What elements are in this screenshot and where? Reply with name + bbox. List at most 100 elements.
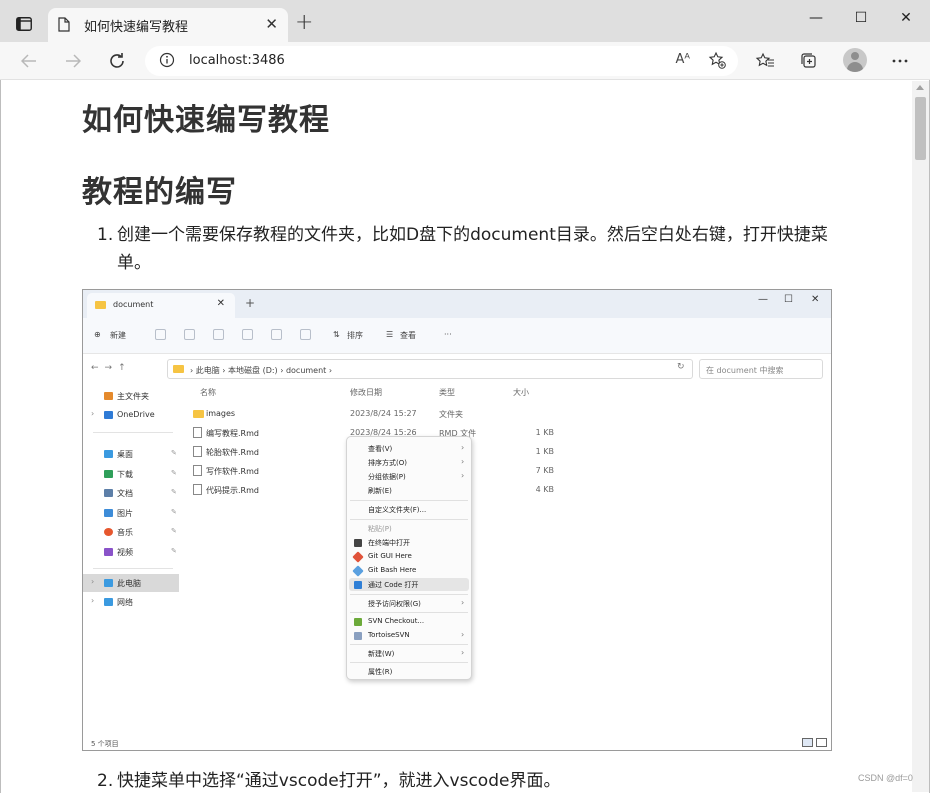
chevron-right-icon: › — [91, 409, 95, 418]
computer-icon — [104, 579, 113, 587]
terminal-icon — [354, 539, 362, 547]
tab-actions-icon[interactable] — [12, 12, 36, 36]
sort-button: 排序 — [347, 331, 363, 340]
sidebar-item: 文档 ✎ — [83, 484, 179, 502]
menu-item-label: 排序方式(O) — [368, 459, 407, 467]
address-bar[interactable]: localhost:3486 Aᴬ — [145, 46, 738, 76]
sidebar-item-label: 网络 — [117, 598, 133, 607]
window-close-icon[interactable]: ✕ — [883, 10, 929, 26]
chevron-right-icon: › — [91, 577, 95, 586]
video-icon — [104, 548, 113, 556]
minimize-icon[interactable]: — — [793, 10, 839, 26]
more-menu-icon[interactable] — [888, 50, 912, 72]
forward-icon[interactable] — [61, 50, 85, 72]
favorites-icon[interactable] — [753, 50, 777, 72]
explorer-search: 在 document 中搜索 — [699, 359, 823, 379]
step-number: 2. — [97, 771, 114, 791]
folder-icon — [95, 301, 106, 309]
file-icon — [193, 446, 202, 457]
tab-close-icon[interactable]: ✕ — [265, 15, 278, 33]
chevron-right-icon: › — [461, 648, 465, 657]
new-tab-icon[interactable]: + — [295, 12, 313, 34]
file-date: 2023/8/24 15:27 — [350, 409, 417, 418]
tab-title: 如何快速编写教程 — [84, 20, 189, 35]
menu-item-label: 属性(R) — [368, 668, 393, 676]
sidebar-item-label: 主文件夹 — [117, 392, 149, 401]
menu-item-label: 在终端中打开 — [368, 539, 410, 547]
sidebar-item-label: 文档 — [117, 489, 133, 498]
context-menu-item: 属性(R) — [349, 665, 469, 678]
menu-item-label: 刷新(E) — [368, 487, 392, 495]
maximize-icon[interactable]: ☐ — [838, 10, 884, 26]
divider — [93, 432, 173, 433]
browser-titlebar: 如何快速编写教程 ✕ + — ☐ ✕ — [0, 0, 930, 42]
sidebar-item-label: 桌面 — [117, 450, 133, 459]
pin-icon: ✎ — [171, 449, 177, 457]
pin-icon: ✎ — [171, 508, 177, 516]
more-icon: ··· — [444, 330, 452, 339]
sidebar-item: 视频 ✎ — [83, 543, 179, 561]
menu-item-label: Git Bash Here — [368, 566, 417, 574]
download-icon — [104, 470, 113, 478]
section-heading: 教程的编写 — [82, 175, 237, 210]
column-header-type: 类型 — [439, 388, 455, 397]
context-menu-item: SVN Checkout... — [349, 615, 469, 628]
collections-icon[interactable] — [797, 50, 821, 72]
active-tab[interactable]: 如何快速编写教程 ✕ — [48, 8, 288, 42]
scrollbar-thumb[interactable] — [915, 97, 926, 160]
tortoise-svn-icon — [354, 632, 362, 640]
menu-item-label: Git GUI Here — [368, 552, 412, 560]
vertical-scrollbar[interactable] — [912, 81, 929, 792]
maximize-icon: ☐ — [784, 294, 793, 305]
sidebar-item-label: 音乐 — [117, 528, 133, 537]
item-count: 5 个项目 — [91, 740, 119, 748]
back-icon[interactable] — [17, 50, 41, 72]
file-icon — [193, 484, 202, 495]
divider — [350, 519, 468, 520]
file-size: 4 KB — [535, 485, 554, 494]
context-menu-item-highlighted: 通过 Code 打开 — [349, 578, 469, 591]
folder-icon — [173, 365, 184, 373]
read-aloud-icon[interactable]: Aᴬ — [676, 52, 691, 67]
rename-icon — [242, 329, 253, 340]
step-item: 2. 快捷菜单中选择“通过vscode打开”，就进入vscode界面。 — [97, 767, 832, 792]
profile-avatar[interactable] — [843, 48, 867, 72]
divider — [350, 594, 468, 595]
pin-icon: ✎ — [171, 469, 177, 477]
share-icon — [271, 329, 282, 340]
menu-item-label: SVN Checkout... — [368, 617, 425, 625]
step-item: 1. 创建一个需要保存教程的文件夹，比如D盘下的document目录。然后空白处… — [97, 221, 832, 277]
explorer-address-bar: › 此电脑 › 本地磁盘 (D:) › document › — [167, 359, 693, 379]
sidebar-item: 主文件夹 — [83, 387, 179, 405]
explorer-address-row: ←→↑ › 此电脑 › 本地磁盘 (D:) › document › ↻ 在 d… — [83, 354, 831, 384]
network-icon — [104, 598, 113, 606]
add-tab-icon: + — [245, 296, 256, 310]
column-header-name: 名称 — [200, 388, 216, 397]
view-icon: ☰ — [386, 330, 394, 339]
explorer-tab-label: document — [113, 300, 154, 309]
divider — [350, 662, 468, 663]
close-icon: ✕ — [216, 298, 225, 309]
vscode-icon — [354, 581, 362, 589]
scroll-up-icon[interactable] — [916, 85, 924, 90]
chevron-right-icon: › — [461, 443, 465, 452]
browser-toolbar: localhost:3486 Aᴬ — [0, 42, 930, 80]
explorer-sidebar: 主文件夹 › OneDrive 桌面 ✎ 下载 ✎ 文档 ✎ 图片 ✎ 音乐 ✎ 视频 ✎ ›… — [83, 384, 180, 736]
context-menu-item: 分组依据(P) › — [349, 470, 469, 483]
sidebar-item-label: 下载 — [117, 470, 133, 479]
desktop-icon — [104, 450, 113, 458]
add-favorite-icon[interactable] — [708, 51, 726, 73]
sidebar-item: › OneDrive — [83, 406, 179, 424]
refresh-icon[interactable] — [105, 50, 129, 72]
context-menu-item: 自定义文件夹(F)... — [349, 503, 469, 516]
url-text[interactable]: localhost:3486 — [189, 53, 285, 68]
delete-icon — [300, 329, 311, 340]
file-size: 7 KB — [535, 466, 554, 475]
watermark: CSDN @df=0 — [858, 773, 913, 783]
explorer-status-bar: 5 个项目 — [83, 736, 831, 750]
divider — [350, 500, 468, 501]
site-info-icon[interactable] — [159, 52, 175, 72]
cloud-icon — [104, 411, 113, 419]
page-viewport: 如何快速编写教程 教程的编写 1. 创建一个需要保存教程的文件夹，比如D盘下的d… — [1, 81, 912, 792]
explorer-file-list: 名称 修改日期 类型 大小 images 2023/8/24 15:27 文件夹… — [180, 384, 831, 736]
